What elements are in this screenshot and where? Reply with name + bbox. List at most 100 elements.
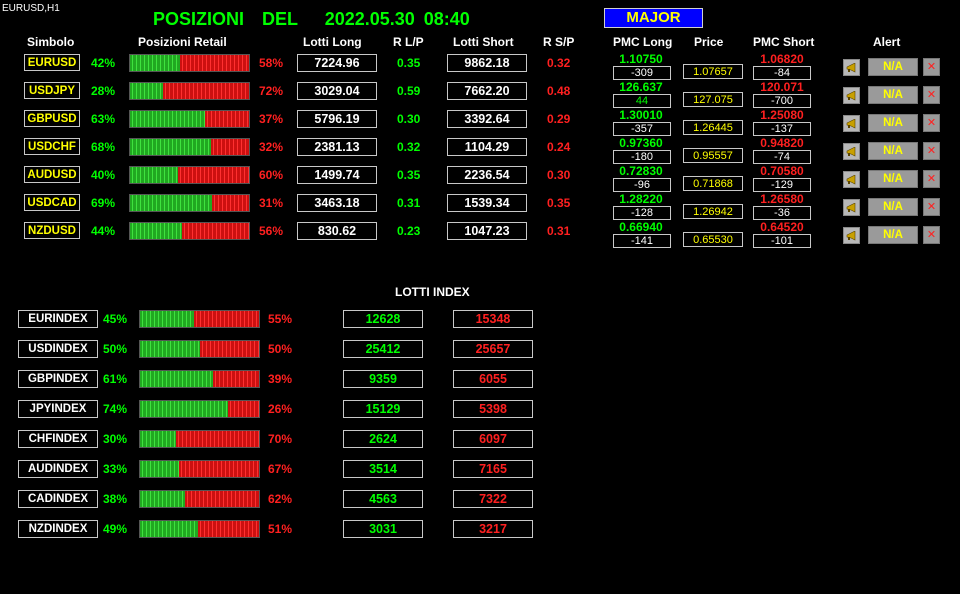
pmc-long-value: 1.30010: [619, 108, 663, 122]
pmc-long-pips: -96: [613, 178, 671, 192]
megaphone-icon[interactable]: [843, 171, 860, 188]
pmc-short-value: 1.26580: [760, 192, 804, 206]
megaphone-icon[interactable]: [843, 59, 860, 76]
long-percent: 42%: [91, 56, 116, 70]
symbol-button-nzdusd[interactable]: NZDUSD: [24, 222, 80, 239]
alert-toggle-button[interactable]: N/A: [868, 226, 918, 244]
megaphone-icon[interactable]: [843, 227, 860, 244]
bar-long-segment: [140, 311, 194, 327]
symbol-button-eurusd[interactable]: EURUSD: [24, 54, 80, 71]
short-percent: 58%: [259, 56, 284, 70]
pmc-long-pips: -309: [613, 66, 671, 80]
megaphone-icon[interactable]: [843, 143, 860, 160]
bar-long-segment: [130, 55, 180, 71]
header-symbol: Simbolo: [27, 35, 75, 49]
price-value: 1.26942: [683, 204, 743, 219]
bar-long-segment: [140, 401, 229, 417]
header-lots-short: Lotti Short: [453, 35, 514, 49]
index-symbol-gbpindex[interactable]: GBPINDEX: [18, 370, 98, 388]
index-short-percent: 26%: [268, 402, 293, 416]
bar-long-segment: [140, 371, 213, 387]
ratio-short-value: 0.32: [547, 56, 571, 70]
close-icon[interactable]: ✕: [923, 114, 940, 132]
index-lots-long: 15129: [343, 400, 423, 418]
close-icon[interactable]: ✕: [923, 142, 940, 160]
pmc-long-value: 0.72830: [619, 164, 663, 178]
pmc-long-pips: -141: [613, 234, 671, 248]
pmc-short-pips: -74: [753, 150, 811, 164]
index-retail-bar: [139, 490, 260, 508]
long-percent: 69%: [91, 196, 116, 210]
pmc-short-pips: -137: [753, 122, 811, 136]
lots-long-value: 7224.96: [297, 54, 377, 72]
alert-toggle-button[interactable]: N/A: [868, 142, 918, 160]
index-long-percent: 50%: [103, 342, 128, 356]
close-icon[interactable]: ✕: [923, 86, 940, 104]
index-symbol-nzdindex[interactable]: NZDINDEX: [18, 520, 98, 538]
close-icon[interactable]: ✕: [923, 58, 940, 76]
index-symbol-eurindex[interactable]: EURINDEX: [18, 310, 98, 328]
symbol-button-gbpusd[interactable]: GBPUSD: [24, 110, 80, 127]
lots-short-value: 1047.23: [447, 222, 527, 240]
short-percent: 56%: [259, 224, 284, 238]
bar-long-segment: [140, 461, 180, 477]
close-icon[interactable]: ✕: [923, 198, 940, 216]
index-symbol-audindex[interactable]: AUDINDEX: [18, 460, 98, 478]
bar-short-segment: [204, 111, 249, 127]
page-title: POSIZIONI DEL 2022.05.30 08:40: [153, 9, 470, 29]
symbol-button-usdchf[interactable]: USDCHF: [24, 138, 80, 155]
megaphone-icon[interactable]: [843, 87, 860, 104]
symbol-button-usdjpy[interactable]: USDJPY: [24, 82, 80, 99]
megaphone-icon[interactable]: [843, 115, 860, 132]
lots-long-value: 3029.04: [297, 82, 377, 100]
header-alert: Alert: [873, 35, 901, 49]
alert-toggle-button[interactable]: N/A: [868, 58, 918, 76]
pmc-short-pips: -129: [753, 178, 811, 192]
ratio-short-value: 0.48: [547, 84, 571, 98]
index-lots-short: 15348: [453, 310, 533, 328]
alert-toggle-button[interactable]: N/A: [868, 198, 918, 216]
pmc-short-value: 1.25080: [760, 108, 804, 122]
pmc-long-pips: -128: [613, 206, 671, 220]
bar-long-segment: [140, 491, 186, 507]
index-short-percent: 39%: [268, 372, 293, 386]
header-r-sp: R S/P: [543, 35, 575, 49]
header-lots-long: Lotti Long: [303, 35, 362, 49]
megaphone-icon[interactable]: [843, 199, 860, 216]
alert-toggle-button[interactable]: N/A: [868, 114, 918, 132]
bar-long-segment: [130, 139, 211, 155]
ratio-long-value: 0.30: [397, 112, 421, 126]
pmc-short-pips: -700: [753, 94, 811, 108]
pmc-short-pips: -84: [753, 66, 811, 80]
index-short-percent: 67%: [268, 462, 293, 476]
alert-toggle-button[interactable]: N/A: [868, 170, 918, 188]
lots-short-value: 3392.64: [447, 110, 527, 128]
index-symbol-usdindex[interactable]: USDINDEX: [18, 340, 98, 358]
major-group-button[interactable]: MAJOR: [604, 8, 703, 28]
short-percent: 60%: [259, 168, 284, 182]
index-lots-long: 3514: [343, 460, 423, 478]
ratio-short-value: 0.24: [547, 140, 571, 154]
bar-long-segment: [140, 521, 199, 537]
short-percent: 72%: [259, 84, 284, 98]
bar-long-segment: [140, 431, 176, 447]
index-retail-bar: [139, 370, 260, 388]
index-symbol-chfindex[interactable]: CHFINDEX: [18, 430, 98, 448]
bar-long-segment: [130, 111, 205, 127]
lots-long-value: 1499.74: [297, 166, 377, 184]
alert-toggle-button[interactable]: N/A: [868, 86, 918, 104]
symbol-button-audusd[interactable]: AUDUSD: [24, 166, 80, 183]
index-symbol-jpyindex[interactable]: JPYINDEX: [18, 400, 98, 418]
bar-long-segment: [130, 195, 213, 211]
price-value: 1.26445: [683, 120, 743, 135]
close-icon[interactable]: ✕: [923, 170, 940, 188]
index-long-percent: 30%: [103, 432, 128, 446]
bar-short-segment: [175, 431, 259, 447]
index-long-percent: 33%: [103, 462, 128, 476]
close-icon[interactable]: ✕: [923, 226, 940, 244]
pmc-short-pips: -101: [753, 234, 811, 248]
symbol-button-usdcad[interactable]: USDCAD: [24, 194, 80, 211]
long-percent: 68%: [91, 140, 116, 154]
ratio-long-value: 0.59: [397, 84, 421, 98]
index-symbol-cadindex[interactable]: CADINDEX: [18, 490, 98, 508]
